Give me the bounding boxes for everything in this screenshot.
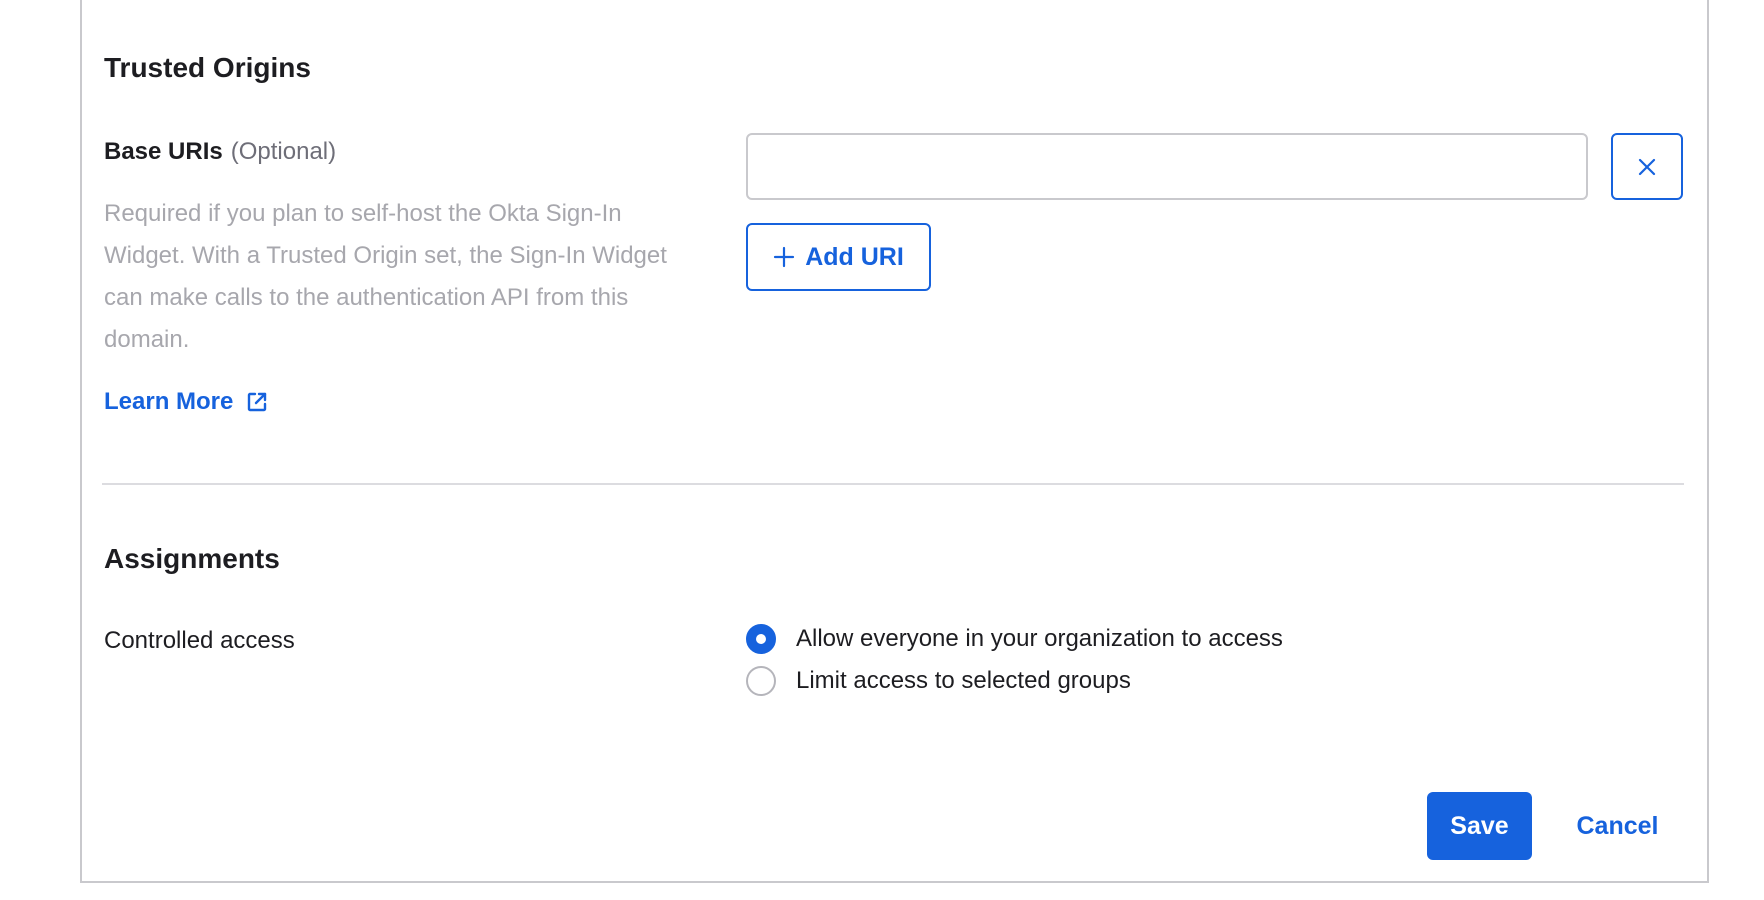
radio-option-allow-everyone[interactable]: Allow everyone in your organization to a… <box>746 624 1283 654</box>
add-uri-label: Add URI <box>805 242 904 271</box>
radio-button-unchecked[interactable] <box>746 666 776 696</box>
trusted-origins-title: Trusted Origins <box>104 52 311 83</box>
radio-button-checked[interactable] <box>746 624 776 654</box>
section-divider <box>102 483 1684 485</box>
base-uris-help-text: Required if you plan to self-host the Ok… <box>104 200 667 353</box>
external-link-icon <box>248 392 267 412</box>
learn-more-link[interactable]: Learn More <box>104 388 269 416</box>
add-uri-button[interactable]: Add URI <box>746 223 931 291</box>
radio-label-allow-everyone: Allow everyone in your organization to a… <box>796 625 1283 652</box>
save-button[interactable]: Save <box>1427 792 1532 860</box>
controlled-access-label: Controlled access <box>104 627 295 654</box>
radio-option-limit-groups[interactable]: Limit access to selected groups <box>746 666 1131 696</box>
base-uri-input[interactable] <box>746 133 1588 200</box>
base-uris-label: Base URIs (Optional) <box>104 138 336 166</box>
cancel-button[interactable]: Cancel <box>1560 792 1675 860</box>
clear-uri-button[interactable] <box>1611 133 1683 200</box>
learn-more-label: Learn More <box>104 388 234 415</box>
plus-icon <box>774 246 795 268</box>
assignments-title: Assignments <box>104 543 280 574</box>
close-icon <box>1638 158 1656 175</box>
radio-label-limit-groups: Limit access to selected groups <box>796 667 1131 694</box>
optional-tag: (Optional) <box>230 138 337 165</box>
base-uris-label-text: Base URIs <box>104 138 223 165</box>
